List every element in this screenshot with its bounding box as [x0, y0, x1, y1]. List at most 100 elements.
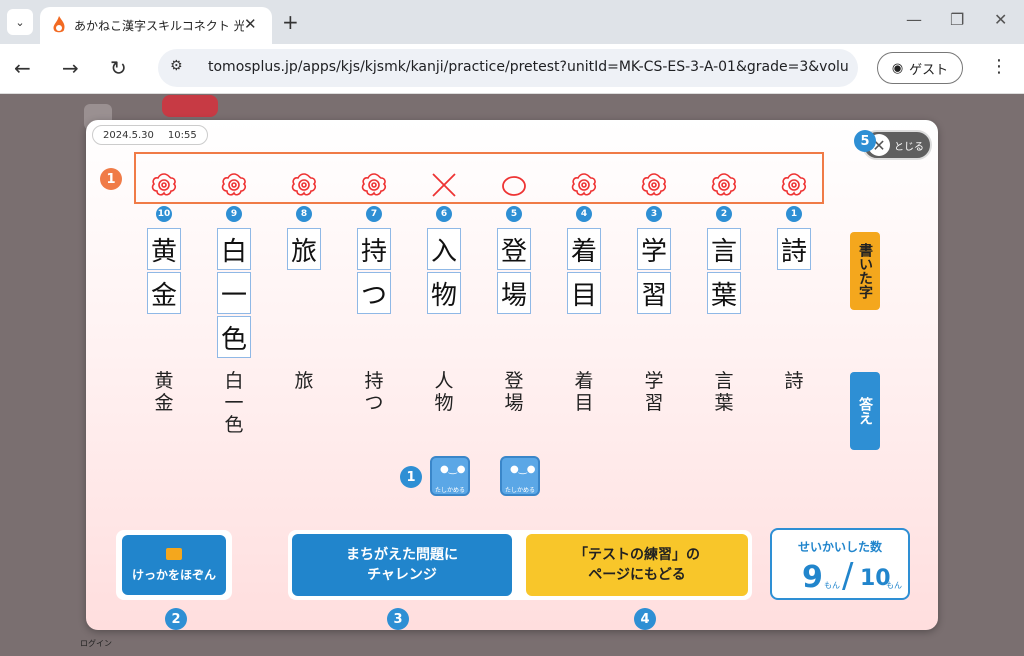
- check-button[interactable]: ●‿● たしかめる: [430, 456, 470, 496]
- written-char-cell: 旅: [287, 228, 321, 270]
- question-number: 7: [366, 206, 382, 222]
- restore-icon[interactable]: ❐: [950, 10, 964, 29]
- written-char-cell: 白: [217, 228, 251, 270]
- written-char-cell: 詩: [777, 228, 811, 270]
- callout-2: 2: [165, 608, 187, 630]
- tab-title: あかねこ漢字スキルコネクト 光村: [74, 19, 244, 33]
- written-char-cell: 黄: [147, 228, 181, 270]
- written-answer-column: 持つ: [357, 228, 391, 316]
- back-to-practice-button[interactable]: 「テストの練習」の ページにもどる: [526, 534, 748, 596]
- correct-answer-text: 白一色: [224, 370, 244, 436]
- correct-answer-text: 黄金: [154, 370, 174, 414]
- close-label: とじる: [894, 141, 924, 153]
- correct-answer-text: 詩: [784, 370, 804, 392]
- date-text: 2024.5.30: [103, 129, 154, 141]
- face-icon: ●‿●: [510, 464, 536, 475]
- hanamaru-mark-icon: [639, 170, 669, 200]
- tab-strip: ⌄ あかねこ漢字スキルコネクト 光村 ✕ + — ❐ ✕: [0, 0, 1024, 44]
- written-answer-column: 黄金: [147, 228, 181, 316]
- face-icon: ●‿●: [440, 464, 466, 475]
- camera-icon: [166, 547, 182, 560]
- correct-answer-text: 持つ: [364, 370, 384, 414]
- profile-button[interactable]: ◉ ゲスト: [877, 52, 963, 84]
- action-buttons-frame: まちがえた問題に チャレンジ 「テストの練習」の ページにもどる: [288, 530, 752, 600]
- written-answer-column: 言葉: [707, 228, 741, 316]
- written-char-cell: 目: [567, 272, 601, 314]
- address-bar[interactable]: ⚙ tomosplus.jp/apps/kjs/kjsmk/kanji/prac…: [158, 49, 858, 87]
- new-tab-button[interactable]: +: [282, 10, 299, 34]
- written-char-cell: 持: [357, 228, 391, 270]
- retry-label-2: チャレンジ: [367, 567, 437, 583]
- url-text[interactable]: tomosplus.jp/apps/kjs/kjsmk/kanji/practi…: [208, 59, 848, 75]
- written-answer-column: 登場: [497, 228, 531, 316]
- back-arrow-icon[interactable]: ←: [14, 56, 31, 80]
- written-answer-column: 旅: [287, 228, 321, 272]
- back-label-2: ページにもどる: [588, 567, 686, 583]
- save-label: けっかをほぞん: [131, 567, 216, 582]
- answers-tab[interactable]: 答え: [850, 372, 880, 450]
- check-label: たしかめる: [434, 487, 465, 494]
- time-text: 10:55: [167, 129, 197, 141]
- written-char-cell: 場: [497, 272, 531, 314]
- check-button[interactable]: ●‿● たしかめる: [500, 456, 540, 496]
- written-answer-column: 白一色: [217, 228, 251, 360]
- result-modal: 2024.5.30 10:55 ✕ とじる 10 黄金 9 白一色 8 旅 7 持つ 6 入物 5 登…: [86, 120, 938, 630]
- question-number: 1: [786, 206, 802, 222]
- written-char-cell: 習: [637, 272, 671, 314]
- written-char-cell: 物: [427, 272, 461, 314]
- written-answer-column: 入物: [427, 228, 461, 316]
- save-button-frame: けっかをほぞん: [116, 530, 232, 600]
- correct-answer-text: 着目: [574, 370, 594, 414]
- written-answer-column: 学習: [637, 228, 671, 316]
- callout-4: 4: [634, 608, 656, 630]
- question-number: 8: [296, 206, 312, 222]
- correct-answer-text: 言葉: [714, 370, 734, 414]
- correct-circle-icon: [499, 170, 529, 200]
- question-number: 3: [646, 206, 662, 222]
- tab-search-button[interactable]: ⌄: [7, 9, 33, 35]
- hanamaru-mark-icon: [359, 170, 389, 200]
- background-login-label: ログイン: [80, 639, 112, 648]
- hanamaru-mark-icon: [149, 170, 179, 200]
- question-number: 2: [716, 206, 732, 222]
- minimize-icon[interactable]: —: [906, 10, 922, 29]
- question-number: 6: [436, 206, 452, 222]
- correct-answer-text: 旅: [294, 370, 314, 392]
- correct-answer-text: 学習: [644, 370, 664, 414]
- callout-3: 3: [387, 608, 409, 630]
- written-char-cell: 着: [567, 228, 601, 270]
- written-char-cell: 登: [497, 228, 531, 270]
- score-correct: 9: [802, 560, 823, 595]
- written-char-cell: 言: [707, 228, 741, 270]
- chevron-down-icon: ⌄: [15, 15, 25, 29]
- window-close-icon[interactable]: ✕: [994, 10, 1007, 29]
- browser-tab[interactable]: あかねこ漢字スキルコネクト 光村 ✕: [40, 7, 272, 44]
- written-chars-tab[interactable]: 書いた字: [850, 232, 880, 310]
- hanamaru-mark-icon: [289, 170, 319, 200]
- question-number: 10: [156, 206, 172, 222]
- flame-favicon-icon: [53, 16, 65, 33]
- written-char-cell: 一: [217, 272, 251, 314]
- written-char-cell: 学: [637, 228, 671, 270]
- profile-icon: ◉: [891, 60, 904, 76]
- written-answer-column: 着目: [567, 228, 601, 316]
- retry-mistakes-button[interactable]: まちがえた問題に チャレンジ: [292, 534, 512, 596]
- hanamaru-mark-icon: [219, 170, 249, 200]
- menu-icon[interactable]: ⋮: [990, 56, 1008, 77]
- written-answer-column: 詩: [777, 228, 811, 272]
- written-char-cell: 葉: [707, 272, 741, 314]
- datetime-badge: 2024.5.30 10:55: [92, 125, 208, 145]
- background-logo: [162, 95, 218, 117]
- forward-arrow-icon[interactable]: →: [62, 56, 79, 80]
- written-char-cell: つ: [357, 272, 391, 314]
- site-settings-icon[interactable]: ⚙: [170, 58, 183, 74]
- reload-icon[interactable]: ↻: [110, 56, 127, 80]
- browser-toolbar: ← → ↻ ⚙ tomosplus.jp/apps/kjs/kjsmk/kanj…: [0, 44, 1024, 94]
- retry-label-1: まちがえた問題に: [346, 547, 458, 563]
- tab-close-icon[interactable]: ✕: [244, 15, 257, 33]
- written-char-cell: 色: [217, 316, 251, 358]
- check-label: たしかめる: [504, 487, 535, 494]
- hanamaru-mark-icon: [569, 170, 599, 200]
- back-label-1: 「テストの練習」の: [574, 547, 700, 563]
- save-result-button[interactable]: けっかをほぞん: [122, 535, 226, 595]
